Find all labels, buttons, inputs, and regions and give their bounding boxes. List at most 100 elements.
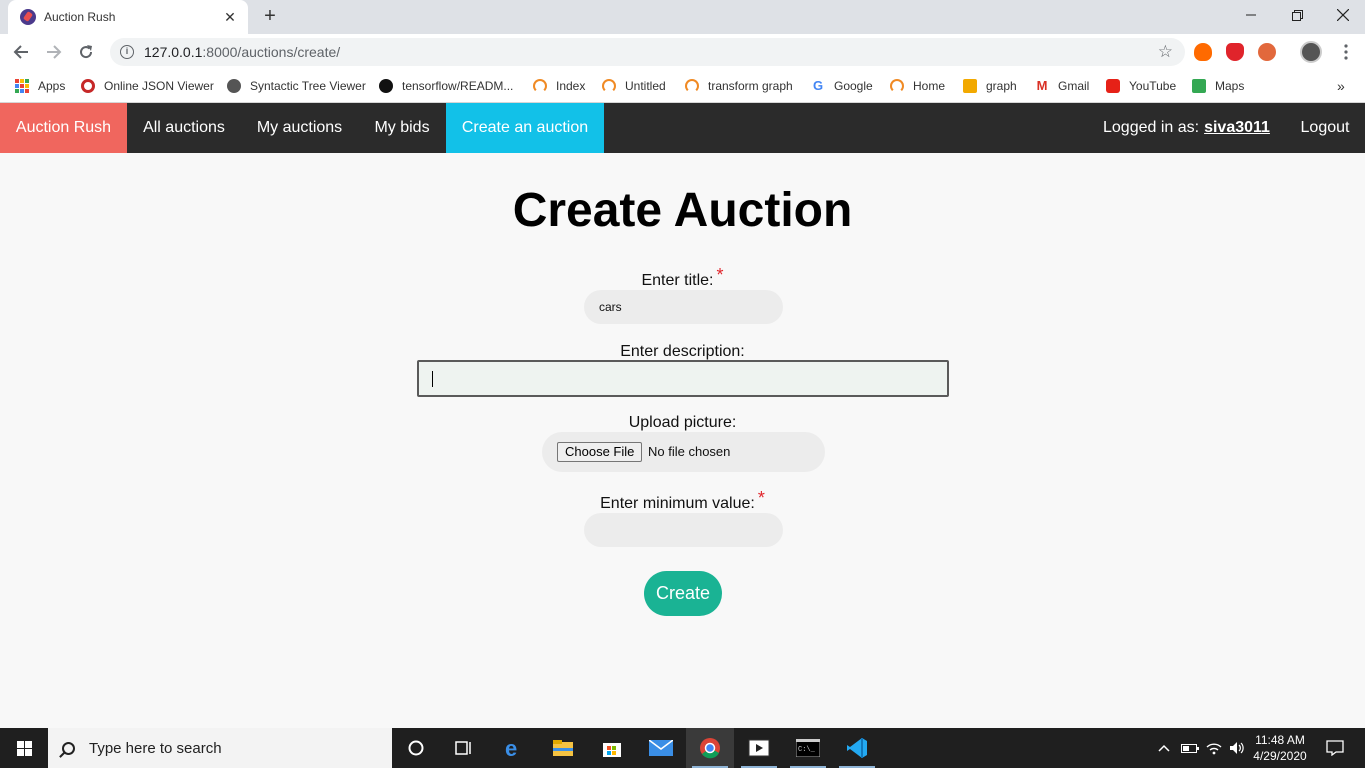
title-input-value: cars bbox=[599, 300, 622, 314]
no-file-text: No file chosen bbox=[648, 444, 731, 459]
restore-icon[interactable] bbox=[1274, 0, 1320, 30]
windows-logo-icon bbox=[16, 740, 32, 756]
brand-link[interactable]: Auction Rush bbox=[0, 103, 127, 153]
jupyter-icon bbox=[533, 79, 547, 93]
picture-label: Upload picture: bbox=[628, 414, 737, 431]
bookmark-online-json-viewer[interactable]: Online JSON Viewer bbox=[81, 77, 214, 95]
chrome-icon[interactable] bbox=[686, 728, 734, 768]
username-link[interactable]: siva3011 bbox=[1204, 119, 1270, 137]
search-icon bbox=[62, 741, 75, 755]
bookmarks-bar: Apps Online JSON Viewer Syntactic Tree V… bbox=[0, 70, 1365, 103]
back-arrow-icon[interactable] bbox=[8, 40, 34, 64]
bookmark-tensorflow[interactable]: tensorflow/READM... bbox=[379, 77, 513, 95]
address-bar[interactable]: i 127.0.0.1:8000/auctions/create/ ☆ bbox=[110, 38, 1185, 66]
vscode-icon[interactable] bbox=[833, 728, 881, 768]
bookmark-untitled[interactable]: Untitled bbox=[602, 77, 666, 95]
search-placeholder: Type here to search bbox=[89, 739, 222, 757]
extension-duckduckgo-icon[interactable] bbox=[1258, 43, 1276, 61]
bookmark-index[interactable]: Index bbox=[533, 77, 585, 95]
svg-text:e: e bbox=[505, 737, 517, 759]
bookmark-apps[interactable]: Apps bbox=[15, 77, 65, 95]
globe-icon bbox=[227, 79, 241, 93]
bookmark-home[interactable]: Home bbox=[890, 77, 945, 95]
file-explorer-icon[interactable] bbox=[539, 728, 587, 768]
text-caret bbox=[432, 371, 433, 387]
min-value-input[interactable] bbox=[584, 513, 783, 547]
apps-grid-icon bbox=[15, 79, 29, 93]
minimize-icon[interactable] bbox=[1228, 0, 1274, 30]
maps-icon bbox=[1192, 79, 1206, 93]
min-value-label: Enter minimum value: * bbox=[600, 488, 765, 512]
close-window-icon[interactable] bbox=[1320, 0, 1365, 30]
logged-in-status: Logged in as: siva3011 bbox=[1103, 103, 1270, 153]
bookmark-transform-graph[interactable]: transform graph bbox=[685, 77, 793, 95]
bookmark-star-icon[interactable]: ☆ bbox=[1158, 42, 1173, 62]
taskbar-clock[interactable]: 11:48 AM 4/29/2020 bbox=[1243, 732, 1317, 764]
bookmark-youtube[interactable]: YouTube bbox=[1106, 77, 1176, 95]
clock-date: 4/29/2020 bbox=[1253, 749, 1307, 763]
bookmark-syntactic-tree-viewer[interactable]: Syntactic Tree Viewer bbox=[227, 77, 366, 95]
task-view-icon[interactable] bbox=[440, 728, 488, 768]
browser-tabstrip: Auction Rush ✕ + bbox=[0, 0, 1365, 34]
more-bookmarks-chevron-icon[interactable]: » bbox=[1337, 77, 1345, 95]
jupyter-icon bbox=[890, 79, 904, 93]
extension-fire-icon[interactable] bbox=[1194, 43, 1212, 61]
nav-all-auctions[interactable]: All auctions bbox=[127, 103, 241, 153]
bookmark-maps[interactable]: Maps bbox=[1192, 77, 1244, 95]
document-icon bbox=[963, 79, 977, 93]
svg-text:C:\_: C:\_ bbox=[798, 746, 816, 754]
file-upload-field: Choose File No file chosen bbox=[542, 432, 825, 472]
show-hidden-icons-chevron-icon[interactable] bbox=[1154, 728, 1174, 768]
store-icon[interactable] bbox=[588, 728, 636, 768]
browser-tab[interactable]: Auction Rush ✕ bbox=[8, 0, 248, 34]
nav-create-auction[interactable]: Create an auction bbox=[446, 103, 604, 153]
new-tab-button[interactable]: + bbox=[259, 5, 281, 27]
cortana-icon[interactable] bbox=[392, 728, 440, 768]
bookmark-gmail[interactable]: M Gmail bbox=[1035, 77, 1090, 95]
required-mark: * bbox=[757, 488, 765, 508]
jupyter-icon bbox=[685, 79, 699, 93]
profile-avatar[interactable] bbox=[1300, 41, 1322, 63]
jupyter-icon bbox=[602, 79, 616, 93]
menu-kebab-icon[interactable] bbox=[1333, 40, 1359, 64]
site-favicon-icon bbox=[20, 9, 36, 25]
bookmark-graph[interactable]: graph bbox=[963, 77, 1017, 95]
required-mark: * bbox=[716, 265, 724, 285]
battery-icon[interactable] bbox=[1178, 728, 1202, 768]
wifi-icon[interactable] bbox=[1203, 728, 1225, 768]
youtube-icon bbox=[1106, 79, 1120, 93]
notifications-icon[interactable] bbox=[1320, 728, 1350, 768]
create-button[interactable]: Create bbox=[644, 571, 722, 616]
media-player-icon[interactable] bbox=[735, 728, 783, 768]
nav-my-bids[interactable]: My bids bbox=[358, 103, 446, 153]
title-input[interactable]: cars bbox=[584, 290, 783, 324]
site-info-icon[interactable]: i bbox=[120, 45, 134, 59]
title-label: Enter title: * bbox=[641, 265, 724, 289]
choose-file-button[interactable]: Choose File bbox=[557, 442, 643, 462]
clock-time: 11:48 AM bbox=[1255, 733, 1305, 747]
page-title: Create Auction bbox=[512, 184, 853, 237]
terminal-icon[interactable]: C:\_ bbox=[784, 728, 832, 768]
extension-shield-icon[interactable] bbox=[1226, 43, 1244, 61]
edge-icon[interactable]: e bbox=[490, 728, 538, 768]
create-auction-page: Create Auction Enter title: * cars Enter … bbox=[0, 153, 1365, 728]
start-button[interactable] bbox=[0, 728, 48, 768]
url-text: 127.0.0.1:8000/auctions/create/ bbox=[144, 44, 341, 60]
site-navbar: Auction Rush All auctions My auctions My… bbox=[0, 103, 1365, 153]
description-textarea[interactable] bbox=[417, 360, 949, 397]
logout-link[interactable]: Logout bbox=[1285, 103, 1365, 153]
reload-icon[interactable] bbox=[73, 40, 99, 64]
github-icon bbox=[379, 79, 393, 93]
taskbar-search[interactable]: Type here to search bbox=[48, 728, 392, 768]
logged-in-label: Logged in as: bbox=[1103, 119, 1200, 136]
windows-taskbar: Type here to search e C:\_ 11:48 AM 4/29… bbox=[0, 728, 1365, 768]
nav-my-auctions[interactable]: My auctions bbox=[241, 103, 358, 153]
bookmark-google[interactable]: G Google bbox=[811, 77, 873, 95]
description-label: Enter description: bbox=[620, 343, 745, 360]
google-icon: G bbox=[812, 78, 824, 93]
mail-icon[interactable] bbox=[637, 728, 685, 768]
tab-title: Auction Rush bbox=[44, 10, 116, 24]
browser-toolbar: i 127.0.0.1:8000/auctions/create/ ☆ bbox=[0, 34, 1365, 70]
forward-arrow-icon[interactable] bbox=[41, 40, 67, 64]
close-tab-icon[interactable]: ✕ bbox=[222, 9, 238, 26]
